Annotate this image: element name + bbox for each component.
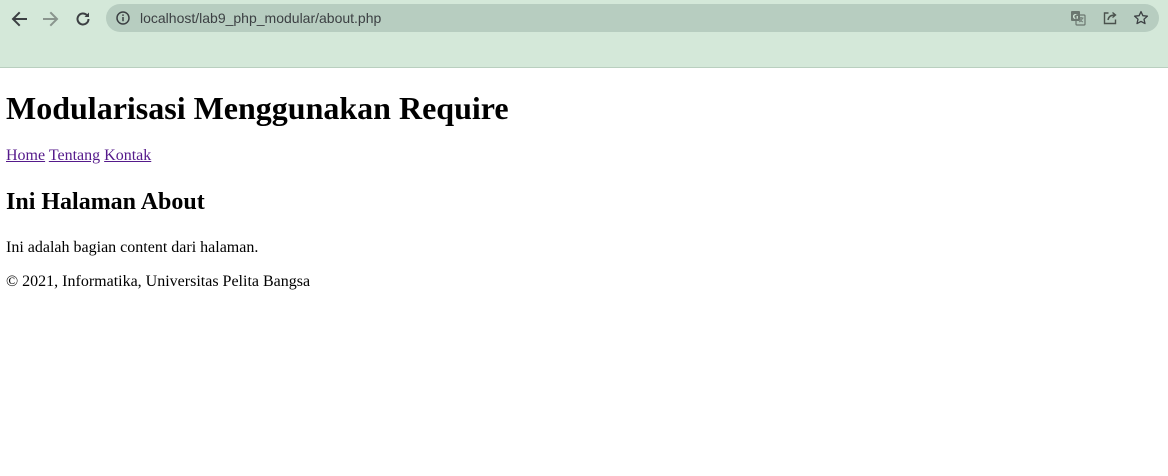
forward-button[interactable] bbox=[38, 6, 64, 32]
footer-text: © 2021, Informatika, Universitas Pelita … bbox=[6, 273, 311, 290]
back-arrow-icon bbox=[10, 10, 28, 28]
browser-toolbar: localhost/lab9_php_modular/about.php G bbox=[0, 0, 1168, 68]
reload-button[interactable] bbox=[70, 6, 96, 32]
reload-icon bbox=[74, 10, 92, 28]
page-body: Modularisasi Menggunakan Require Home Te… bbox=[0, 89, 1168, 291]
section-heading: Ini Halaman About bbox=[6, 189, 205, 215]
nav-link-home[interactable]: Home bbox=[6, 147, 45, 164]
url-text[interactable]: localhost/lab9_php_modular/about.php bbox=[140, 4, 381, 32]
content-text: Ini adalah bagian content dari halaman. bbox=[6, 239, 259, 256]
forward-arrow-icon bbox=[42, 10, 60, 28]
nav-link-tentang[interactable]: Tentang bbox=[49, 147, 100, 164]
address-bar[interactable]: localhost/lab9_php_modular/about.php G bbox=[106, 4, 1159, 32]
page-title: Modularisasi Menggunakan Require bbox=[6, 90, 509, 126]
bookmark-star-icon[interactable] bbox=[1132, 9, 1150, 27]
site-nav: Home Tentang Kontak bbox=[6, 147, 1162, 165]
back-button[interactable] bbox=[6, 6, 32, 32]
nav-link-kontak[interactable]: Kontak bbox=[104, 147, 151, 164]
translate-icon[interactable]: G bbox=[1069, 9, 1087, 27]
info-icon[interactable] bbox=[116, 11, 130, 25]
share-icon[interactable] bbox=[1101, 9, 1119, 27]
